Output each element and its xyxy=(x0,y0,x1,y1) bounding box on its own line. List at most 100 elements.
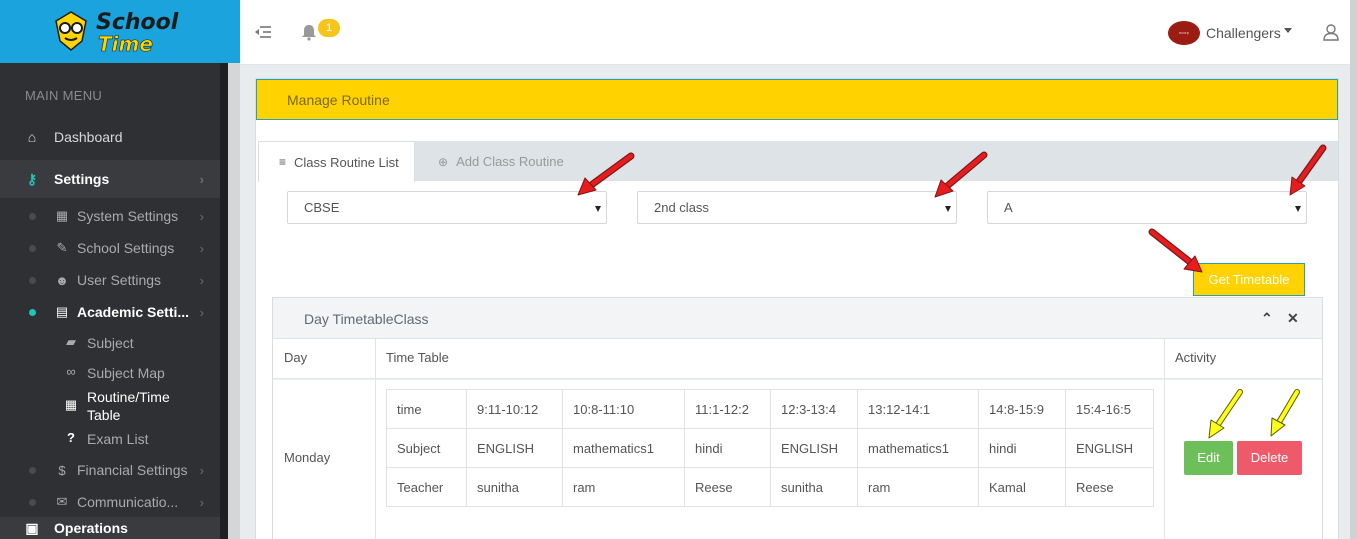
table-cell: mathematics1 xyxy=(562,428,685,468)
sidebar-item-label: Academic Setti... xyxy=(77,304,190,320)
chevron-right-icon: › xyxy=(199,208,204,224)
class-select[interactable]: 2nd class xyxy=(637,191,957,224)
caret-down-icon[interactable] xyxy=(1284,28,1292,33)
chevron-right-icon: › xyxy=(199,272,204,288)
panel-header: Manage Routine xyxy=(256,79,1338,120)
table-cell: 12:3-13:4 xyxy=(770,389,858,429)
board-select-value: CBSE xyxy=(304,200,340,215)
table-cell: ram xyxy=(562,467,685,507)
sidebar-item-dashboard[interactable]: ⌂ Dashboard xyxy=(0,122,220,152)
logo-area[interactable]: School Time xyxy=(0,0,240,63)
table-row-time: time 9:11-10:12 10:8-11:10 11:1-12:2 12:… xyxy=(386,389,1154,429)
section-select-value: A xyxy=(1004,200,1013,215)
caret-down-icon xyxy=(595,206,601,212)
sidebar-item-subject[interactable]: ▰ Subject xyxy=(0,334,220,352)
table-cell: Subject xyxy=(386,428,467,468)
table-cell: sunitha xyxy=(770,467,858,507)
sidebar-item-financial-settings[interactable]: $ Financial Settings › xyxy=(0,456,220,484)
edit-button[interactable]: Edit xyxy=(1184,441,1233,475)
collapse-menu-icon[interactable] xyxy=(254,24,272,40)
chevron-right-icon: › xyxy=(199,171,204,187)
collapse-icon[interactable]: ⌃ xyxy=(1261,310,1273,327)
sidebar-item-school-settings[interactable]: ✎ School Settings › xyxy=(0,234,220,262)
link-icon: ∞ xyxy=(66,364,76,379)
table-cell: 15:4-16:5 xyxy=(1065,389,1154,429)
get-timetable-button[interactable]: Get Timetable xyxy=(1193,263,1305,296)
sidebar-item-subject-map[interactable]: ∞ Subject Map xyxy=(0,364,220,382)
logo-text-line2: Time xyxy=(98,32,154,56)
sidebar-item-routine-time-table[interactable]: ▦ Routine/Time Table xyxy=(0,388,220,424)
table-divider xyxy=(375,339,376,539)
tab-label: Add Class Routine xyxy=(456,154,564,169)
sidebar-item-label-line1: Routine/Time xyxy=(87,389,170,405)
table-cell: time xyxy=(386,389,467,429)
bullet-dot xyxy=(29,308,36,316)
table-divider xyxy=(1164,339,1165,539)
chevron-right-icon: › xyxy=(199,462,204,478)
top-bar: 1 ecorp Challengers xyxy=(240,0,1357,65)
book-icon: ▰ xyxy=(66,334,76,349)
bullet-dot xyxy=(29,466,36,474)
table-icon: ▦ xyxy=(64,397,78,412)
chevron-right-icon: › xyxy=(199,304,204,320)
class-select-value: 2nd class xyxy=(654,200,709,215)
table-cell: Kamal xyxy=(978,467,1066,507)
table-cell: ram xyxy=(857,467,979,507)
building-icon: ▦ xyxy=(55,208,69,223)
timetable-grid: time 9:11-10:12 10:8-11:10 11:1-12:2 12:… xyxy=(386,389,1154,507)
table-cell: Teacher xyxy=(386,467,467,507)
sidebar-item-label: Communicatio... xyxy=(77,494,179,510)
sidebar-scrollbar[interactable] xyxy=(220,63,228,539)
day-cell: Monday xyxy=(284,450,331,465)
plus-circle-icon: ⊕ xyxy=(438,154,449,169)
sidebar-item-label: Subject xyxy=(87,335,134,351)
table-cell: 9:11-10:12 xyxy=(466,389,563,429)
sidebar-item-operations[interactable]: ▣ Operations xyxy=(0,517,220,539)
envelope-icon: ✉ xyxy=(56,494,68,509)
tabs-bar: ≡ Class Routine List ⊕ Add Class Routine xyxy=(258,141,1338,182)
profile-name[interactable]: Challengers xyxy=(1206,25,1281,41)
board-select[interactable]: CBSE xyxy=(287,191,607,224)
dollar-icon: $ xyxy=(58,462,66,478)
sidebar-item-label: Subject Map xyxy=(87,365,165,381)
avatar[interactable]: ecorp xyxy=(1168,21,1200,45)
sidebar-item-academic-settings[interactable]: ▤ Academic Setti... › xyxy=(0,298,220,326)
table-cell: Reese xyxy=(684,467,771,507)
bullet-dot xyxy=(29,498,36,506)
column-header-day: Day xyxy=(284,350,308,365)
table-cell: hindi xyxy=(684,428,771,468)
sidebar-item-communication[interactable]: ✉ Communicatio... › xyxy=(0,488,220,516)
table-cell: 10:8-11:10 xyxy=(562,389,685,429)
day-timetable-panel: Day TimetableClass ⌃ ✕ Day Time Table Ac… xyxy=(272,297,1323,539)
sidebar-item-exam-list[interactable]: ? Exam List xyxy=(0,430,220,448)
timetable-panel-header: Day TimetableClass ⌃ ✕ xyxy=(273,298,1322,339)
key-icon: ⚷ xyxy=(26,170,38,187)
table-cell: ENGLISH xyxy=(1065,428,1154,468)
users-icon: ☻ xyxy=(55,272,69,288)
bell-icon[interactable] xyxy=(300,23,318,41)
logo-mascot-icon xyxy=(55,11,87,51)
sidebar-item-system-settings[interactable]: ▦ System Settings › xyxy=(0,202,220,230)
list-icon: ≡ xyxy=(279,155,287,169)
sidebar-item-user-settings[interactable]: ☻ User Settings › xyxy=(0,266,220,294)
tab-class-routine-list[interactable]: ≡ Class Routine List xyxy=(258,141,415,182)
close-icon[interactable]: ✕ xyxy=(1287,310,1299,327)
wrench-icon: ✎ xyxy=(56,240,68,255)
section-select[interactable]: A xyxy=(987,191,1307,224)
table-cell: ENGLISH xyxy=(466,428,563,468)
sidebar-item-settings[interactable]: ⚷ Settings › xyxy=(0,160,220,198)
caret-down-icon xyxy=(1295,206,1301,212)
table-cell: Reese xyxy=(1065,467,1154,507)
user-icon[interactable] xyxy=(1323,24,1339,41)
page-scrollbar[interactable] xyxy=(1350,0,1357,539)
home-icon: ⌂ xyxy=(27,129,37,145)
tab-add-class-routine[interactable]: ⊕ Add Class Routine xyxy=(438,141,564,182)
table-cell: sunitha xyxy=(466,467,563,507)
table-cell: 11:1-12:2 xyxy=(684,389,771,429)
caret-down-icon xyxy=(945,206,951,212)
sidebar-item-label: Financial Settings xyxy=(77,462,188,478)
table-cell: 14:8-15:9 xyxy=(978,389,1066,429)
sidebar-item-label-line2: Table xyxy=(87,407,121,423)
delete-button[interactable]: Delete xyxy=(1237,441,1302,475)
page-title: Manage Routine xyxy=(287,92,390,108)
